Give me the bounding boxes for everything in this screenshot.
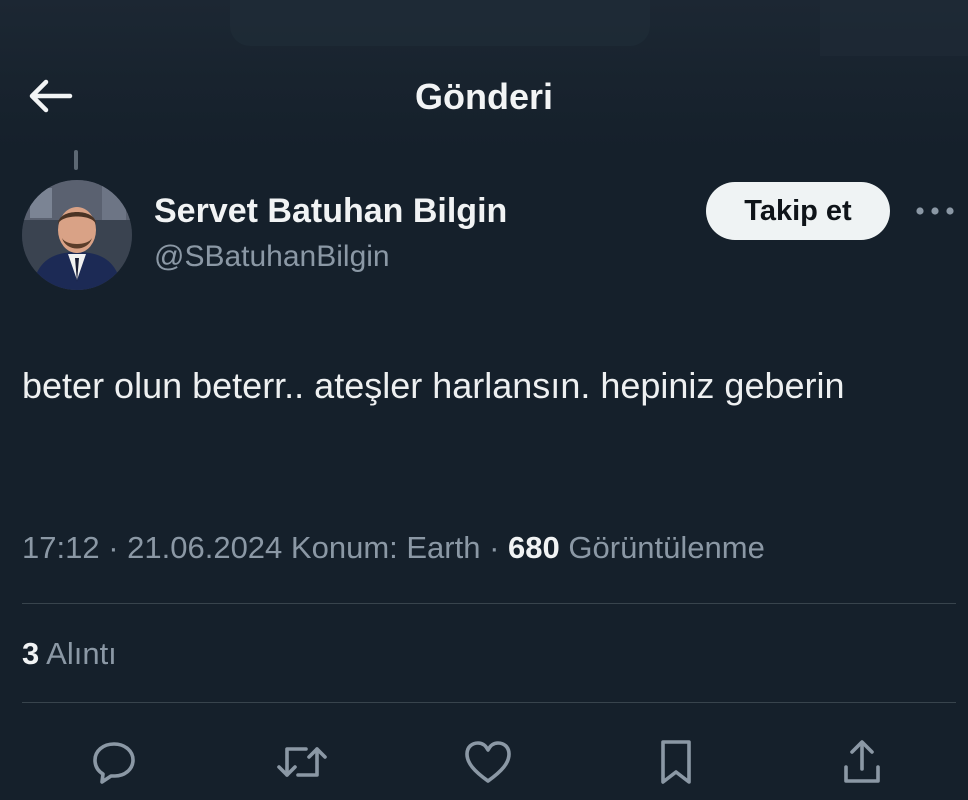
reply-icon [93, 742, 135, 784]
divider [22, 702, 956, 703]
retweet-icon [277, 747, 327, 777]
blurred-shape [230, 0, 650, 46]
like-icon [465, 741, 511, 783]
tweet-time[interactable]: 17:12 [22, 530, 100, 565]
tweet-location: Konum: Earth [290, 530, 481, 565]
divider [22, 603, 956, 604]
share-button[interactable] [832, 732, 892, 792]
avatar-photo-icon [22, 180, 132, 290]
author-name[interactable]: Servet Batuhan Bilgin [154, 192, 507, 231]
page-title: Gönderi [414, 76, 553, 117]
share-icon [844, 740, 880, 783]
quotes-link[interactable]: 3 Alıntı [22, 636, 117, 672]
tweet-date[interactable]: 21.06.2024 [127, 530, 282, 565]
views-count: 680 [508, 530, 560, 565]
thread-connector-line [74, 150, 78, 170]
action-bar [0, 732, 968, 792]
like-button[interactable] [458, 732, 518, 792]
bookmark-button[interactable] [646, 732, 706, 792]
quote-label: Alıntı [46, 636, 117, 671]
reply-button[interactable] [84, 732, 144, 792]
more-options-button[interactable] [910, 196, 960, 226]
avatar[interactable] [22, 180, 132, 290]
meta-separator: · [489, 530, 509, 565]
more-dots-icon [916, 207, 954, 215]
bookmark-icon [661, 740, 691, 784]
meta-separator: · [108, 530, 128, 565]
quote-count: 3 [22, 636, 40, 671]
top-bar: Gönderi [0, 60, 968, 132]
retweet-button[interactable] [272, 732, 332, 792]
follow-button[interactable]: Takip et [706, 182, 890, 240]
tweet-meta: 17:12 · 21.06.2024 Konum: Earth · 680 Gö… [22, 530, 765, 566]
tweet-text: beter olun beterr.. ateşler harlansın. h… [22, 365, 845, 406]
author-handle[interactable]: @SBatuhanBilgin [154, 240, 390, 274]
views-label: Görüntülenme [568, 530, 765, 565]
blurred-shape [820, 0, 968, 56]
